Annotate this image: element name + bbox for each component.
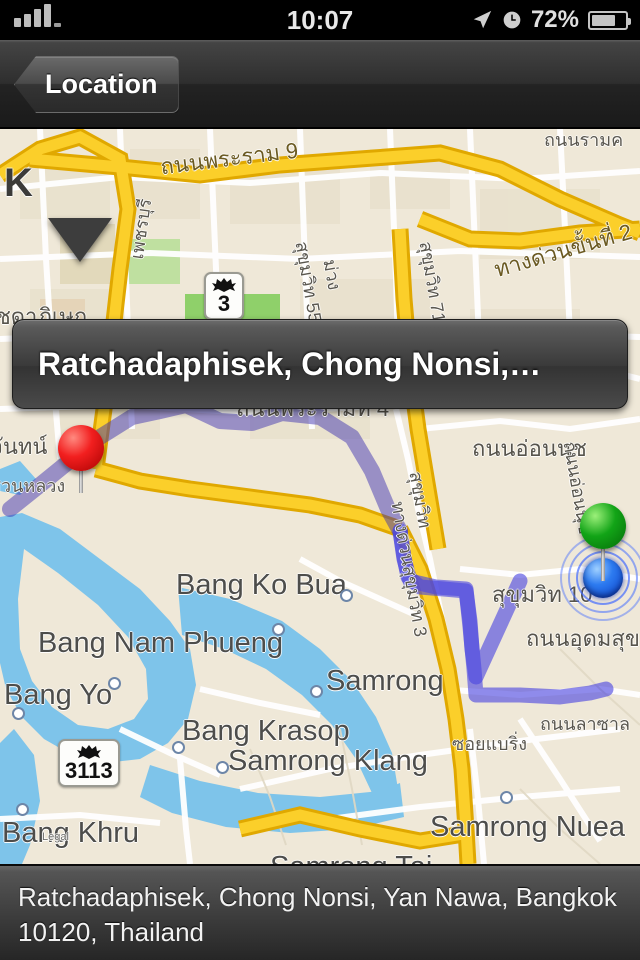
pin-head-red: [58, 425, 104, 471]
pin-head-green: [580, 503, 626, 549]
poi-dot: [108, 677, 121, 690]
battery-icon: [588, 10, 631, 30]
poi-dot: [12, 707, 25, 720]
callout-title: Ratchadaphisek, Chong Nonsi,…: [38, 345, 542, 382]
address-line-1: Ratchadaphisek, Chong Nonsi, Yan Nawa, B…: [18, 882, 617, 912]
back-button-location[interactable]: Location: [14, 56, 179, 113]
poi-dot: [216, 761, 229, 774]
status-bar: 10:07 72%: [0, 0, 640, 40]
poi-dot: [16, 803, 29, 816]
poi-dot: [310, 685, 323, 698]
alarm-clock-icon: [503, 11, 521, 29]
battery-percent-label: 72%: [530, 6, 579, 33]
route-shield-number: 3: [217, 291, 231, 316]
maps-screen: 10:07 72% Location K ถนนพระราม 9 เพชรบุร…: [0, 0, 640, 960]
poi-dot: [500, 791, 513, 804]
location-arrow-icon: [473, 10, 492, 29]
start-pin-red[interactable]: [58, 425, 104, 495]
map-callout-bubble[interactable]: Ratchadaphisek, Chong Nonsi,…: [12, 319, 628, 409]
callout-tail: [48, 218, 112, 262]
route-shield-number: 3113: [65, 758, 113, 783]
address-line-2: 10120, Thailand: [18, 917, 205, 947]
destination-pin-green[interactable]: [580, 503, 626, 581]
address-bar[interactable]: Ratchadaphisek, Chong Nonsi, Yan Nawa, B…: [0, 864, 640, 960]
poi-dot: [340, 589, 353, 602]
back-button-label: Location: [45, 69, 158, 99]
navigation-bar: Location: [0, 40, 640, 128]
map-view[interactable]: K ถนนพระราม 9 เพชรบุรี ถนนรามค ทางด่วนขั…: [0, 129, 640, 864]
route-shield-3[interactable]: 3: [204, 272, 244, 320]
status-bar-right: 72%: [471, 0, 631, 40]
poi-dot: [172, 741, 185, 754]
poi-dot: [272, 623, 285, 636]
route-shield-3113[interactable]: 3113: [58, 739, 120, 787]
